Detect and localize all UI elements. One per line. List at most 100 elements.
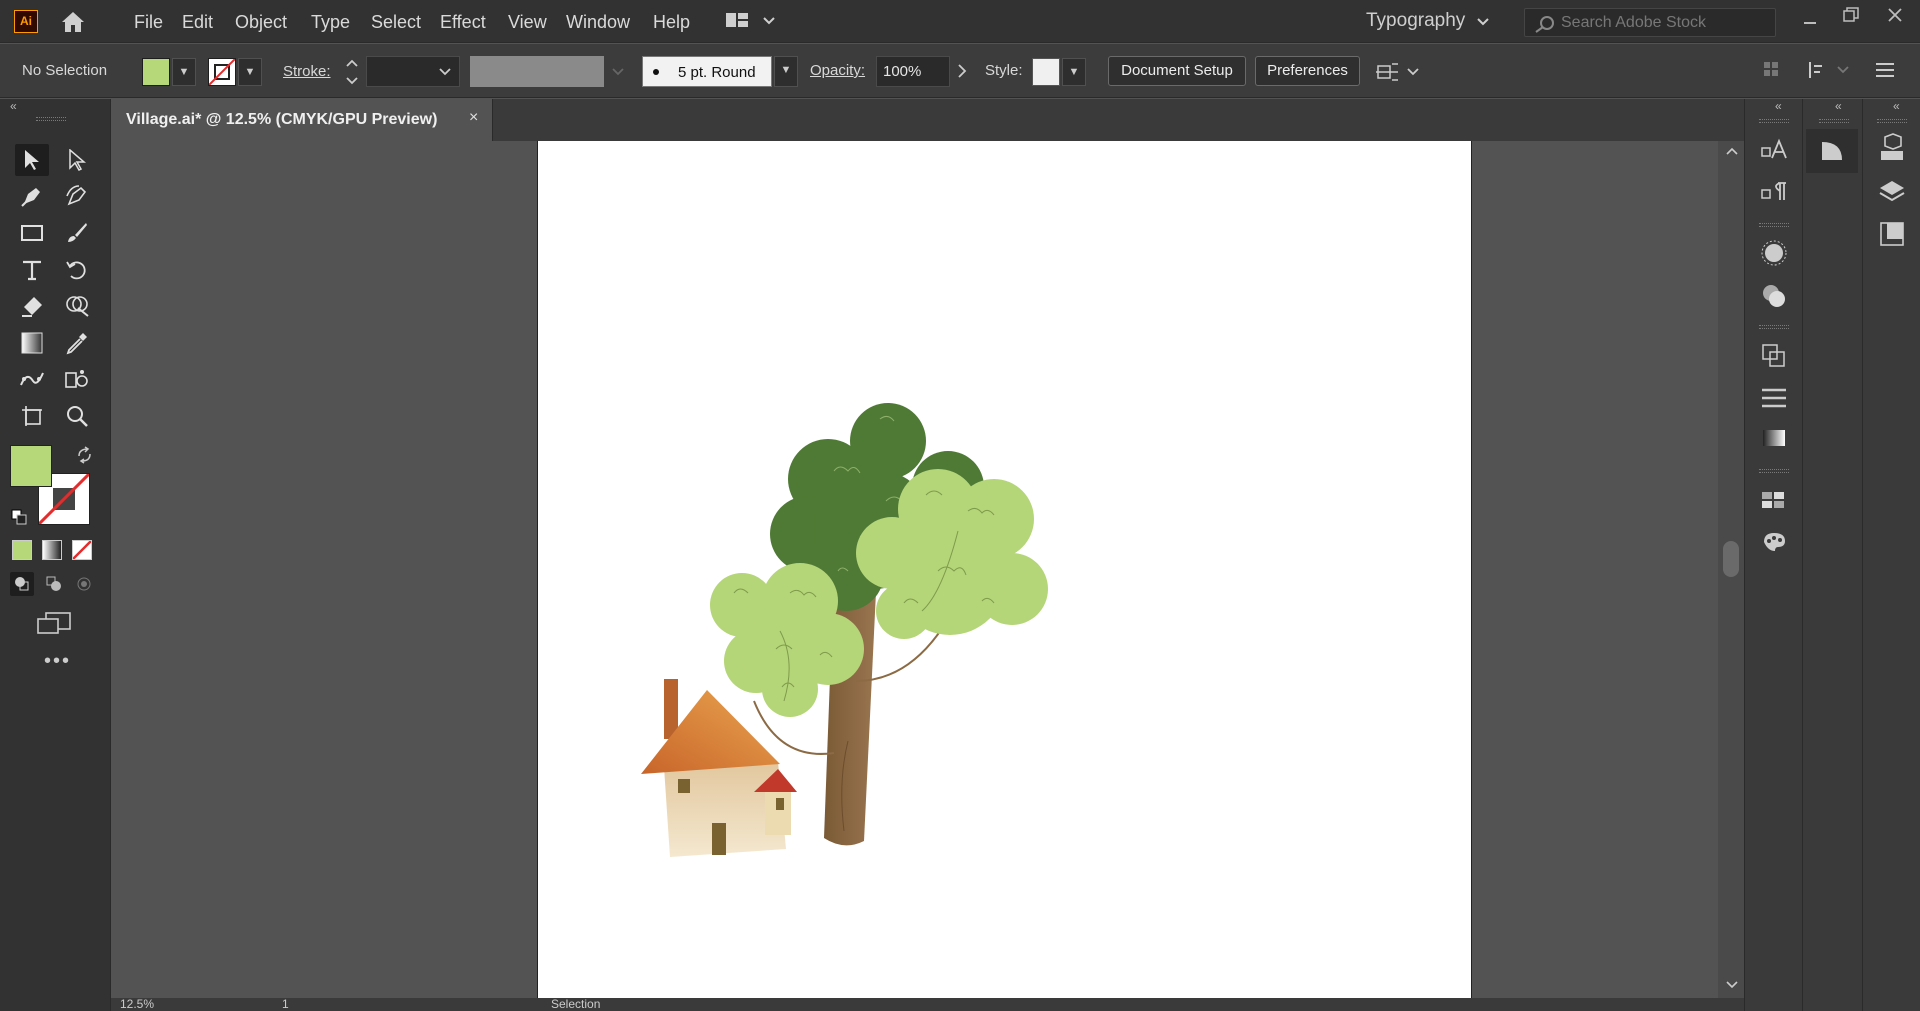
fill-dropdown[interactable]: ▼	[172, 58, 196, 86]
brush-dropdown[interactable]: ▼	[774, 56, 798, 87]
align-to-icon[interactable]	[1376, 60, 1420, 82]
artboard-number[interactable]: 1	[282, 998, 289, 1011]
panel-grip[interactable]	[1759, 469, 1789, 473]
scroll-thumb[interactable]	[1723, 541, 1739, 577]
puppet-warp-tool[interactable]	[15, 363, 49, 395]
chevron-down-icon[interactable]	[1477, 18, 1489, 26]
swatches-icon[interactable]	[1757, 483, 1791, 517]
properties-panel-tab[interactable]	[1806, 129, 1858, 173]
pathfinder-icon[interactable]	[1757, 339, 1791, 373]
panel-grip[interactable]	[1819, 119, 1849, 123]
menu-type[interactable]: Type	[311, 12, 350, 33]
gradient-panel-icon[interactable]	[1757, 421, 1791, 455]
pen-tool[interactable]	[15, 180, 49, 212]
search-adobe-stock[interactable]: Search Adobe Stock	[1524, 8, 1776, 37]
fill-color-front[interactable]	[10, 445, 52, 487]
vertical-scrollbar[interactable]	[1718, 141, 1744, 998]
collapse-dock-icon[interactable]: «	[1775, 99, 1782, 113]
minimize-icon[interactable]	[1803, 14, 1817, 28]
selection-tool[interactable]	[15, 144, 49, 176]
panel-grip[interactable]	[1759, 325, 1789, 329]
artboards-icon[interactable]	[1875, 217, 1909, 251]
fill-swatch[interactable]	[142, 58, 170, 86]
document-setup-button[interactable]: Document Setup	[1108, 56, 1246, 86]
none-mode-button[interactable]	[72, 540, 92, 560]
draw-behind-icon[interactable]	[42, 572, 66, 596]
paragraph-styles-icon[interactable]	[1757, 175, 1791, 209]
eyedropper-tool[interactable]	[60, 327, 94, 359]
edit-toolbar-more-icon[interactable]: •••	[44, 650, 71, 673]
rectangle-tool[interactable]	[15, 217, 49, 249]
eraser-tool[interactable]	[15, 290, 49, 322]
stroke-panel-icon[interactable]	[1757, 381, 1791, 415]
chevron-down-icon[interactable]	[612, 68, 624, 76]
variable-width-profile[interactable]	[470, 56, 604, 87]
panel-grip[interactable]	[1877, 119, 1907, 123]
artboard-tool[interactable]	[15, 400, 49, 432]
menu-file[interactable]: File	[134, 12, 163, 33]
character-styles-icon[interactable]	[1757, 133, 1791, 167]
color-mode-button[interactable]	[12, 540, 32, 560]
stroke-label[interactable]: Stroke:	[283, 63, 331, 80]
zoom-level[interactable]: 12.5%	[120, 998, 154, 1011]
style-dropdown[interactable]: ▼	[1062, 58, 1086, 86]
arrange-documents-icon[interactable]	[726, 13, 778, 29]
close-document-icon[interactable]: ×	[469, 109, 478, 127]
paintbrush-tool[interactable]	[60, 217, 94, 249]
stroke-weight-stepper-icon[interactable]	[344, 57, 360, 87]
panel-grip[interactable]	[1759, 223, 1789, 227]
village-artwork[interactable]	[538, 141, 1473, 998]
chevron-down-icon[interactable]	[439, 68, 451, 76]
hamburger-menu-icon[interactable]	[1876, 62, 1894, 78]
restore-icon[interactable]	[1843, 7, 1859, 23]
gradient-tool[interactable]	[15, 327, 49, 359]
collapse-toolbar-icon[interactable]: «	[10, 99, 17, 113]
preferences-button[interactable]: Preferences	[1255, 56, 1360, 86]
symbol-sprayer-tool[interactable]	[60, 363, 94, 395]
menu-select[interactable]: Select	[371, 12, 421, 33]
default-colors-icon[interactable]	[11, 509, 27, 525]
opacity-label[interactable]: Opacity:	[810, 62, 865, 79]
menu-window[interactable]: Window	[566, 12, 630, 33]
draw-inside-icon[interactable]	[72, 572, 96, 596]
distribute-icon[interactable]	[1808, 60, 1850, 80]
draw-normal-button[interactable]	[10, 572, 34, 596]
home-icon[interactable]	[60, 10, 86, 34]
panel-grip[interactable]	[1759, 119, 1789, 123]
transparency-icon[interactable]	[1757, 279, 1791, 313]
menu-edit[interactable]: Edit	[182, 12, 213, 33]
menu-help[interactable]: Help	[653, 12, 690, 33]
toolbar-grip[interactable]	[36, 117, 66, 121]
swap-colors-icon[interactable]	[76, 446, 94, 464]
curvature-tool[interactable]	[60, 180, 94, 212]
collapse-dock-icon[interactable]: «	[1893, 99, 1900, 113]
close-window-icon[interactable]	[1887, 7, 1903, 23]
rotate-tool[interactable]	[60, 254, 94, 286]
arrange-icon[interactable]	[1762, 60, 1782, 80]
gradient-mode-button[interactable]	[42, 540, 62, 560]
type-tool[interactable]	[15, 254, 49, 286]
shape-builder-tool[interactable]	[60, 290, 94, 322]
graphic-style-swatch[interactable]	[1032, 58, 1060, 86]
direct-selection-tool[interactable]	[60, 144, 94, 176]
libraries-icon[interactable]	[1875, 131, 1909, 165]
menu-object[interactable]: Object	[235, 12, 287, 33]
workspace-switcher[interactable]: Typography	[1366, 10, 1465, 32]
artboard[interactable]	[537, 141, 1472, 998]
menu-effect[interactable]: Effect	[440, 12, 486, 33]
current-tool-status[interactable]: Selection	[551, 998, 600, 1011]
scroll-down-icon[interactable]	[1726, 981, 1738, 989]
zoom-tool[interactable]	[60, 400, 94, 432]
collapse-dock-icon[interactable]: «	[1835, 99, 1842, 113]
layers-icon[interactable]	[1875, 175, 1909, 209]
menu-view[interactable]: View	[508, 12, 547, 33]
appearance-icon[interactable]	[1757, 236, 1791, 270]
opacity-field[interactable]: 100%	[876, 56, 950, 87]
stroke-dropdown[interactable]: ▼	[238, 58, 262, 86]
document-tab[interactable]: Village.ai* @ 12.5% (CMYK/GPU Preview) ×	[111, 99, 493, 141]
brush-definition[interactable]: 5 pt. Round	[642, 56, 772, 87]
chevron-right-icon[interactable]	[957, 64, 967, 78]
color-guide-icon[interactable]	[1757, 525, 1791, 559]
scroll-up-icon[interactable]	[1726, 147, 1738, 155]
screen-mode-icon[interactable]	[36, 611, 72, 637]
